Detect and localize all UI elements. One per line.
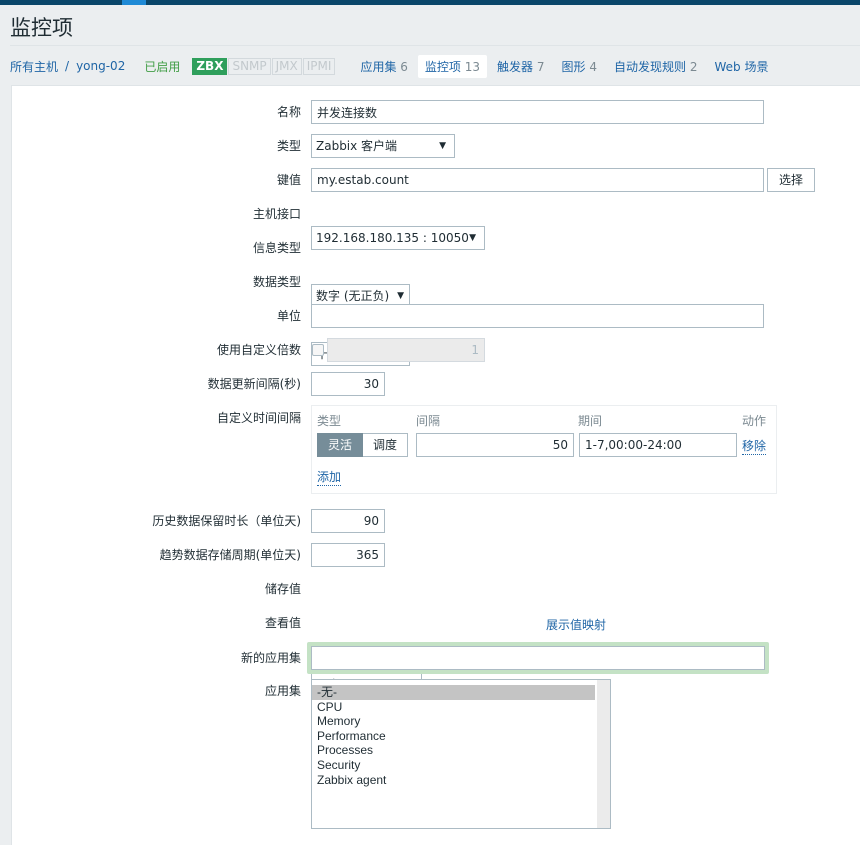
header-type: 类型 (317, 414, 342, 428)
tab-applications[interactable]: 应用集 6 (353, 55, 414, 78)
data-type-label: 数据类型 (252, 275, 301, 289)
add-interval-link[interactable]: 添加 (317, 468, 342, 486)
value-mapping-link[interactable]: 展示值映射 (546, 616, 606, 633)
host-interface-label: 主机接口 (252, 207, 301, 221)
update-interval-label: 数据更新间隔(秒) (207, 377, 301, 391)
application-option[interactable]: CPU (312, 700, 595, 715)
tab-count: 7 (536, 59, 545, 74)
tab-label: Web 场景 (714, 59, 769, 74)
interval-type-toggle: 灵活 调度 (317, 433, 409, 457)
new-application-label: 新的应用集 (240, 651, 301, 665)
page-title: 监控项 (10, 16, 73, 40)
applications-listbox[interactable]: -无- CPU Memory Performance Processes Sec… (311, 679, 611, 829)
badge-snmp: SNMP (228, 57, 271, 75)
badge-ipmi: IPMI (302, 57, 336, 75)
show-value-label: 查看值 (264, 616, 301, 630)
header-interval: 间隔 (416, 414, 441, 428)
store-value-label: 储存值 (264, 582, 301, 596)
tab-web-scenarios[interactable]: Web 场景 (708, 55, 776, 78)
tab-label: 触发器 (497, 59, 534, 74)
tab-discovery-rules[interactable]: 自动发现规则 2 (607, 55, 704, 78)
top-navigation-bar (0, 0, 860, 5)
new-application-input[interactable] (311, 646, 765, 670)
type-select-value: Zabbix 客户端 (316, 139, 398, 153)
interval-type-scheduling[interactable]: 调度 (363, 433, 409, 457)
breadcrumb-all-hosts[interactable]: 所有主机 (10, 58, 58, 75)
update-interval-input[interactable] (311, 372, 385, 396)
header-period: 期间 (578, 414, 603, 428)
tab-count: 2 (689, 59, 698, 74)
trends-label: 趋势数据存储周期(单位天) (159, 548, 301, 562)
tab-items[interactable]: 监控项 13 (417, 54, 488, 78)
remove-interval-link[interactable]: 移除 (742, 437, 767, 455)
dropdown-arrow-icon: ▼ (439, 141, 446, 151)
custom-multiplier-input (327, 338, 485, 362)
header-action: 动作 (741, 414, 766, 428)
tab-label: 图形 (561, 59, 586, 74)
host-interface-select[interactable]: 192.168.180.135 : 10050 ▼ (311, 226, 485, 250)
badge-jmx: JMX (271, 57, 302, 75)
type-label: 类型 (276, 139, 301, 153)
new-application-focus-ring (307, 642, 769, 674)
history-label: 历史数据保留时长（单位天) (152, 514, 301, 528)
period-input[interactable] (579, 433, 737, 457)
applications-label: 应用集 (264, 684, 301, 698)
host-status[interactable]: 已启用 (144, 58, 180, 75)
tab-label: 应用集 (360, 59, 397, 74)
application-option[interactable]: Memory (312, 714, 595, 729)
application-option[interactable]: Processes (312, 743, 595, 758)
breadcrumb-separator: / (65, 59, 70, 73)
tab-label: 监控项 (424, 59, 461, 74)
units-input[interactable] (311, 304, 764, 328)
custom-intervals-label: 自定义时间间隔 (216, 411, 301, 425)
name-input[interactable] (311, 100, 764, 124)
tab-count: 13 (464, 59, 481, 74)
interval-type-flexible[interactable]: 灵活 (317, 433, 364, 457)
listbox-scrollbar[interactable] (597, 680, 610, 828)
tab-count: 6 (400, 59, 408, 74)
type-select[interactable]: Zabbix 客户端 ▼ (311, 134, 455, 158)
interval-input[interactable] (416, 433, 574, 457)
history-input[interactable] (311, 509, 385, 533)
host-navigation: 所有主机 / yong-02 已启用 ZBX SNMP JMX IPMI 应用集… (10, 54, 778, 78)
application-option[interactable]: Security (312, 758, 595, 773)
info-type-value: 数字 (无正负) (316, 289, 390, 303)
dropdown-arrow-icon: ▼ (469, 233, 476, 243)
key-label: 键值 (276, 173, 301, 187)
custom-multiplier-checkbox[interactable] (312, 344, 324, 356)
application-option[interactable]: Performance (312, 729, 595, 744)
custom-intervals-table: 类型 间隔 期间 动作 灵活 调度 移除 添加 (311, 405, 777, 494)
info-type-label: 信息类型 (252, 241, 301, 255)
application-option[interactable]: -无- (312, 685, 595, 700)
units-label: 单位 (276, 309, 301, 323)
tab-triggers[interactable]: 触发器 7 (490, 55, 551, 78)
trends-input[interactable] (311, 543, 385, 567)
title-divider (10, 45, 860, 46)
breadcrumb-host[interactable]: yong-02 (76, 59, 125, 73)
active-menu-indicator (122, 0, 146, 5)
tab-label: 自动发现规则 (614, 59, 687, 74)
availability-badges: ZBX SNMP JMX IPMI (192, 57, 336, 75)
application-option[interactable]: Zabbix agent (312, 773, 595, 788)
key-input[interactable] (311, 168, 764, 192)
tab-count: 4 (589, 59, 598, 74)
key-select-button[interactable]: 选择 (767, 168, 815, 192)
host-interface-value: 192.168.180.135 : 10050 (316, 231, 469, 245)
tab-graphs[interactable]: 图形 4 (555, 55, 604, 78)
custom-multiplier-label: 使用自定义倍数 (216, 343, 301, 357)
badge-zbx: ZBX (192, 57, 228, 75)
name-label: 名称 (276, 105, 301, 119)
